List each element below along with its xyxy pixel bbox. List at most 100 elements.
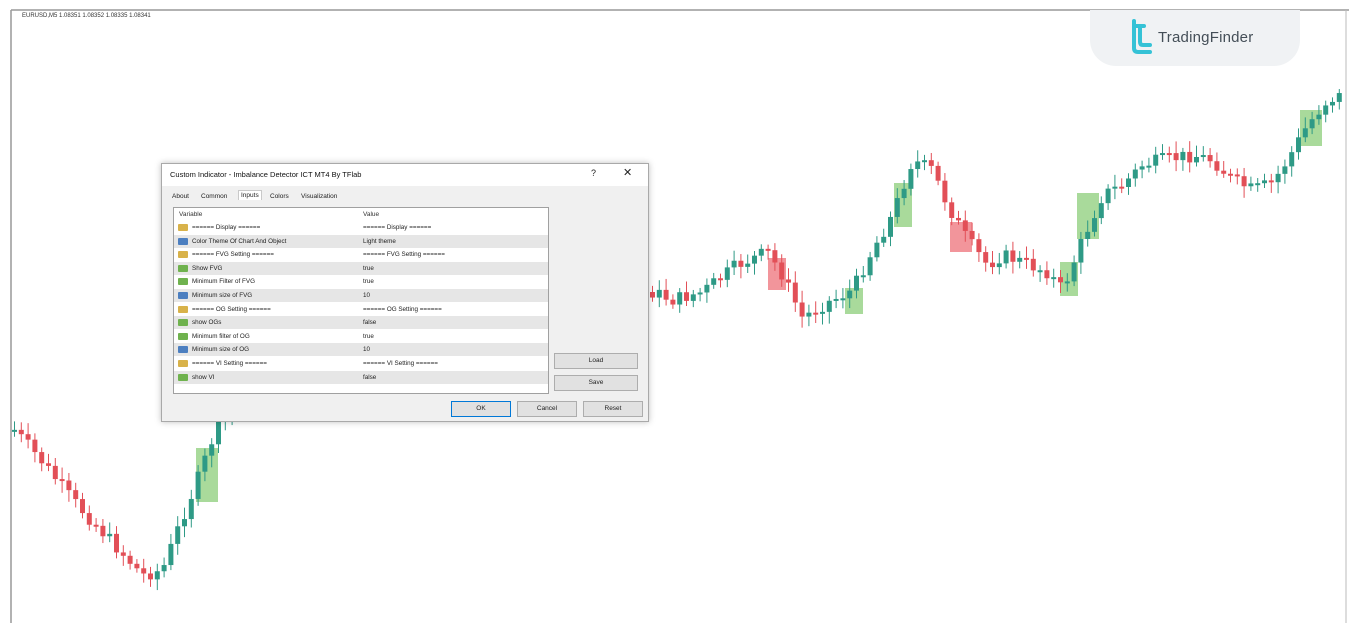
candle-body — [656, 289, 662, 298]
input-row[interactable]: Minimum filter of OG true — [174, 330, 548, 343]
input-variable-name: ====== VI Setting ====== — [192, 360, 267, 367]
candle-body — [1058, 277, 1063, 283]
candle-body — [52, 465, 58, 480]
input-value[interactable]: false — [363, 319, 376, 326]
input-variable-name: show VI — [192, 373, 215, 381]
candle-body — [86, 513, 92, 525]
input-row[interactable]: show OGs false — [174, 316, 548, 330]
save-button[interactable]: Save — [554, 375, 638, 391]
candle-body — [724, 267, 730, 280]
candle-body — [1180, 151, 1186, 161]
cancel-button[interactable]: Cancel — [517, 401, 577, 417]
dialog-titlebar[interactable]: Custom Indicator - Imbalance Detector IC… — [162, 164, 648, 186]
input-value[interactable]: true — [363, 278, 374, 285]
tradingfinder-logo-icon — [1132, 19, 1152, 54]
table-header: Variable Value — [174, 208, 548, 221]
candle-body — [107, 533, 113, 537]
candle-body — [80, 499, 85, 514]
input-value[interactable]: ====== Display ====== — [363, 224, 431, 231]
candle-body — [901, 188, 907, 199]
input-value[interactable]: ====== OG Setting ====== — [363, 306, 442, 313]
input-variable-name: Minimum size of FVG — [192, 292, 253, 299]
candle-body — [1323, 105, 1329, 115]
candle-body — [996, 263, 1002, 268]
candle-body — [731, 260, 737, 268]
candle-body — [860, 275, 866, 278]
candle-body — [820, 311, 825, 314]
candle-body — [1017, 257, 1023, 262]
enum-icon — [178, 237, 188, 245]
candle-body — [1010, 250, 1016, 262]
candle-body — [969, 230, 975, 240]
close-button[interactable]: ✕ — [623, 166, 632, 179]
input-row[interactable]: ====== OG Setting ====== ====== OG Settin… — [174, 303, 548, 316]
candle-body — [983, 252, 989, 263]
tab-visualization[interactable]: Visualization — [299, 192, 339, 201]
candle-body — [1024, 257, 1029, 260]
candle-body — [1309, 119, 1315, 129]
candle-body — [127, 555, 133, 564]
candle-body — [874, 242, 880, 258]
input-value[interactable]: 10 — [363, 292, 370, 299]
tab-inputs[interactable]: Inputs — [238, 190, 262, 200]
candle-body — [1282, 166, 1288, 174]
candle-body — [168, 543, 174, 566]
input-variable-name: ====== Display ====== — [192, 224, 261, 231]
reset-button[interactable]: Reset — [583, 401, 643, 417]
tab-about[interactable]: About — [170, 192, 191, 201]
candle-body — [813, 312, 819, 315]
candle-body — [786, 279, 791, 283]
candle-body — [1132, 169, 1138, 179]
candle-body — [66, 480, 72, 491]
candle-body — [650, 292, 655, 298]
candle-body — [1330, 101, 1335, 106]
input-value[interactable]: Light theme — [363, 238, 396, 245]
candle-body — [663, 289, 669, 300]
logo-text: TradingFinder — [1158, 29, 1254, 46]
candle-body — [1200, 155, 1206, 158]
input-value[interactable]: true — [363, 333, 374, 340]
load-button[interactable]: Load — [554, 353, 638, 369]
candle-body — [1030, 258, 1036, 271]
ok-button[interactable]: OK — [451, 401, 511, 417]
input-row[interactable]: Show FVG true — [174, 261, 548, 275]
input-row[interactable]: ====== Display ====== ====== Display ====… — [174, 221, 548, 234]
input-value[interactable]: true — [363, 265, 374, 272]
candle-body — [949, 202, 955, 218]
symbol-quote-info: EURUSD,M5 1.08351 1.08352 1.08335 1.0834… — [22, 13, 151, 19]
candle-body — [12, 429, 17, 432]
input-value[interactable]: 10 — [363, 346, 370, 353]
candle-body — [114, 533, 119, 553]
candle-body — [976, 239, 982, 253]
input-row[interactable]: Color Theme Of Chart And Object Light the… — [174, 234, 548, 248]
input-row[interactable]: Minimum size of FVG 10 — [174, 289, 548, 302]
input-value[interactable]: false — [363, 374, 376, 381]
tab-common[interactable]: Common — [199, 192, 229, 201]
candle-body — [1126, 178, 1131, 187]
input-row[interactable]: ====== VI Setting ====== ====== VI Settin… — [174, 357, 548, 370]
input-row[interactable]: Minimum Filter of FVG true — [174, 275, 548, 288]
input-row[interactable]: Minimum size of OG 10 — [174, 343, 548, 357]
candle-body — [1268, 180, 1274, 183]
inputs-table[interactable]: Variable Value ====== Display ====== ====… — [173, 207, 549, 394]
candle-body — [93, 524, 99, 527]
candle-body — [188, 498, 194, 520]
tab-colors[interactable]: Colors — [268, 192, 291, 201]
input-row[interactable]: show VI false — [174, 370, 548, 384]
candle-body — [826, 300, 832, 312]
candle-body — [141, 568, 147, 574]
input-variable-name: Minimum size of OG — [192, 346, 250, 354]
input-variable-name: Minimum filter of OG — [192, 332, 250, 340]
input-row[interactable]: ====== FVG Setting ====== ====== FVG Sett… — [174, 248, 548, 261]
logo-badge: TradingFinder — [1090, 10, 1300, 66]
help-button[interactable]: ? — [591, 168, 596, 178]
candle-body — [1139, 166, 1145, 170]
candle-body — [765, 248, 771, 251]
candle-body — [738, 260, 744, 267]
input-value[interactable]: ====== VI Setting ====== — [363, 360, 438, 367]
candle-body — [148, 573, 153, 580]
candle-body — [1255, 183, 1261, 186]
input-value[interactable]: ====== FVG Setting ====== — [363, 251, 445, 258]
candle-body — [175, 526, 181, 544]
candle-body — [1098, 203, 1104, 219]
